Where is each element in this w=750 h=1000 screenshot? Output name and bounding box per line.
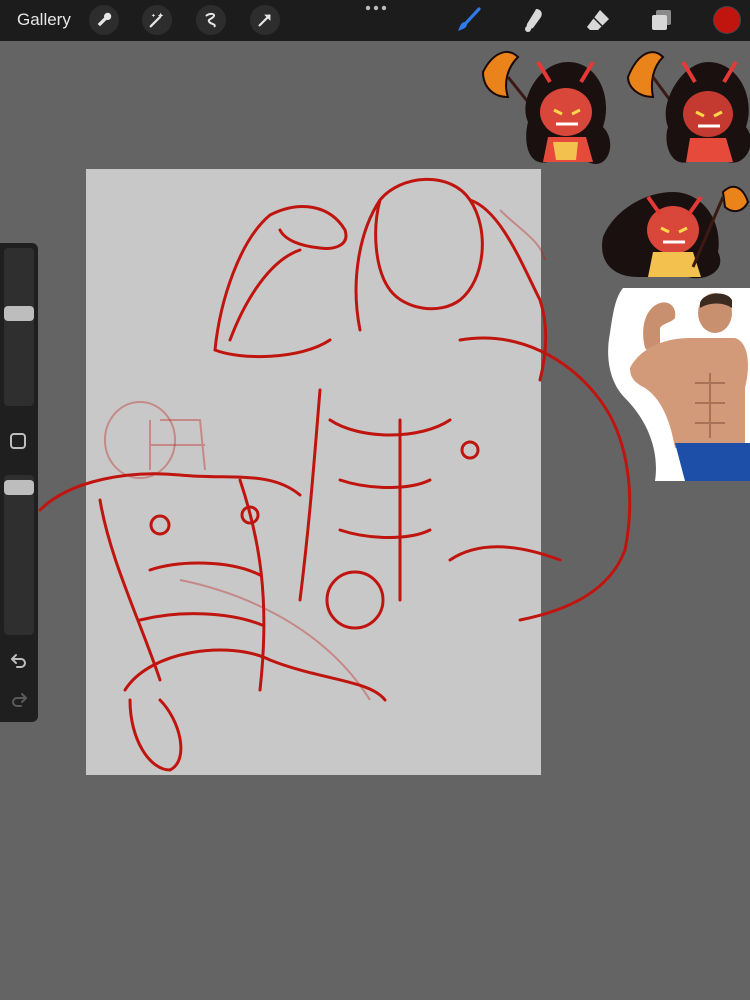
reference-pose-photo[interactable] bbox=[605, 288, 750, 481]
reference-character-image[interactable] bbox=[478, 42, 750, 282]
